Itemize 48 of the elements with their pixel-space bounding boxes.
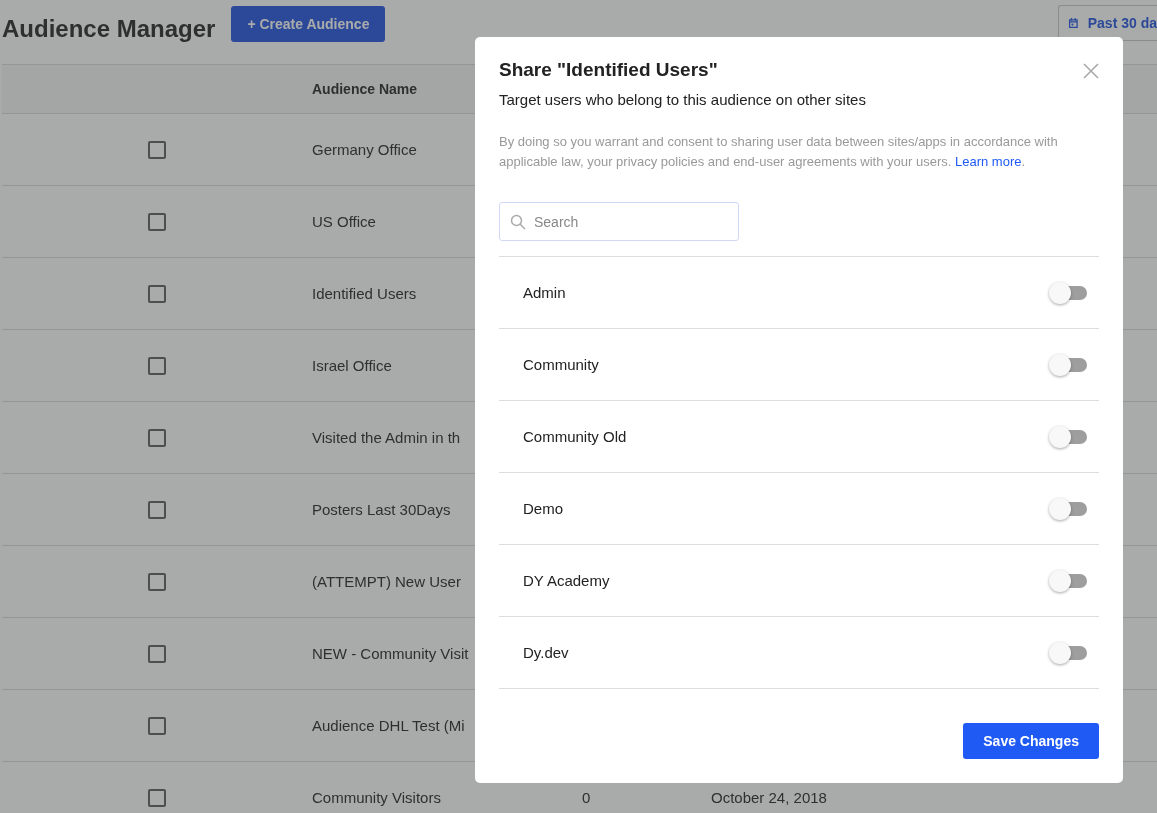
create-audience-button[interactable]: + Create Audience (231, 6, 386, 42)
audience-name: (ATTEMPT) New User (312, 573, 461, 590)
audience-name: Israel Office (312, 357, 392, 374)
site-name: Dy.dev (523, 644, 569, 661)
row-checkbox[interactable] (148, 788, 166, 807)
audience-name: US Office (312, 213, 376, 230)
audience-name: Audience DHL Test (Mi (312, 717, 465, 734)
search-icon (510, 213, 526, 230)
site-name: Community (523, 356, 599, 373)
search-field[interactable]: Search (499, 202, 739, 241)
share-toggle[interactable] (1049, 640, 1087, 665)
date-cell: October 24, 2018 (711, 789, 827, 806)
row-checkbox[interactable] (148, 572, 166, 591)
share-toggle[interactable] (1049, 424, 1087, 449)
share-toggle[interactable] (1049, 352, 1087, 377)
consent-notice: By doing so you warrant and consent to sharing user data between sites/apps in accordance with applicable law, your privacy policies and end-user agreements with your users. Learn more. (499, 133, 1059, 171)
audience-name: Posters Last 30Days (312, 501, 451, 518)
row-checkbox[interactable] (148, 356, 166, 375)
row-checkbox[interactable] (148, 284, 166, 303)
audience-name: NEW - Community Visit (312, 645, 469, 662)
column-header: Audience Name (312, 81, 418, 97)
row-checkbox[interactable] (148, 716, 166, 735)
count-cell: 0 (582, 789, 591, 806)
audience-name: Germany Office (312, 141, 417, 158)
row-checkbox[interactable] (148, 212, 166, 231)
close-icon (1083, 63, 1099, 79)
row-checkbox[interactable] (148, 428, 166, 447)
search-input[interactable]: Search (534, 211, 728, 232)
row-checkbox[interactable] (148, 644, 166, 663)
audience-name: Visited the Admin in th (312, 429, 461, 446)
dialog-title: Share "Identified Users" (499, 59, 718, 81)
save-changes-button[interactable]: Save Changes (963, 723, 1099, 759)
date-range-button[interactable]: Past 30 da (1058, 5, 1157, 41)
share-toggle[interactable] (1049, 280, 1087, 305)
site-name: DY Academy (523, 572, 610, 589)
audience-name: Identified Users (312, 285, 417, 302)
row-checkbox[interactable] (148, 140, 166, 159)
site-name: Community Old (523, 428, 627, 445)
page-title: Audience Manager (2, 15, 216, 43)
audience-name: Community Visitors (312, 789, 441, 806)
row-checkbox[interactable] (148, 500, 166, 519)
share-toggle[interactable] (1049, 496, 1087, 521)
calendar-icon (1069, 15, 1078, 31)
close-button[interactable] (1083, 63, 1099, 79)
dialog-subtitle: Target users who belong to this audience on other sites (499, 91, 867, 108)
site-name: Admin (523, 284, 566, 301)
share-toggle[interactable] (1049, 568, 1087, 593)
site-name: Demo (523, 500, 563, 517)
